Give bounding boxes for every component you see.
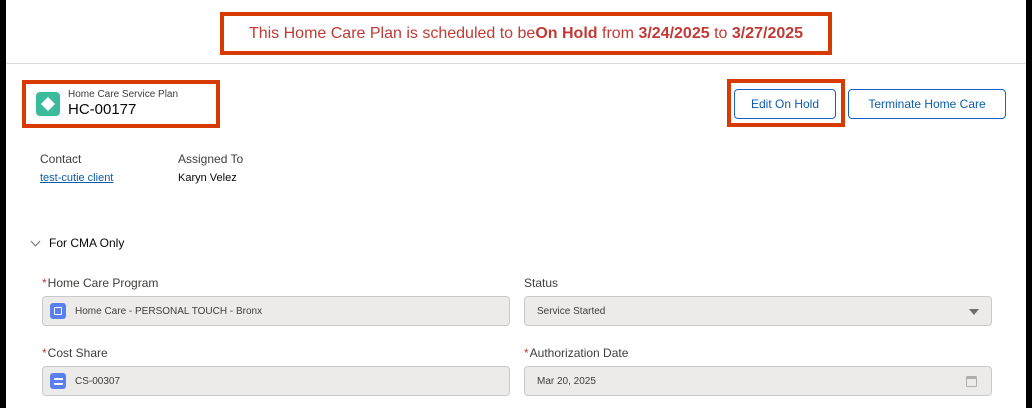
diamond-icon	[36, 92, 60, 116]
program-field[interactable]: Home Care - PERSONAL TOUCH - Bronx	[42, 296, 510, 326]
cost-share-value: CS-00307	[75, 375, 121, 387]
cost-share-record-icon	[50, 373, 66, 389]
status-label: Status	[524, 276, 559, 290]
on-hold-banner: This Home Care Plan is scheduled to be O…	[6, 0, 1026, 64]
dropdown-arrow-icon	[969, 309, 979, 315]
chevron-down-icon	[30, 236, 41, 246]
calendar-icon[interactable]	[966, 376, 977, 387]
record-page: This Home Care Plan is scheduled to be O…	[6, 0, 1026, 408]
banner-status: On Hold	[535, 24, 598, 42]
assigned-to-label: Assigned To	[178, 152, 244, 166]
status-select[interactable]: Service Started	[524, 296, 992, 326]
record-name: HC-00177	[68, 101, 137, 118]
section-title: For CMA Only	[49, 236, 125, 250]
program-record-icon	[50, 303, 66, 319]
banner-to: to	[709, 24, 732, 42]
status-value: Service Started	[537, 305, 606, 317]
program-value: Home Care - PERSONAL TOUCH - Bronx	[75, 305, 263, 317]
banner-end-date: 3/27/2025	[731, 24, 804, 42]
authorization-date-value: Mar 20, 2025	[537, 375, 596, 387]
edit-on-hold-button[interactable]: Edit On Hold	[734, 89, 836, 119]
contact-link[interactable]: test-cutie client	[40, 172, 113, 184]
terminate-home-care-button[interactable]: Terminate Home Care	[848, 89, 1006, 119]
authorization-date-field[interactable]: Mar 20, 2025	[524, 366, 992, 396]
cost-share-label: *Cost Share	[42, 346, 108, 360]
banner-from: from	[597, 24, 639, 42]
banner-start-date: 3/24/2025	[638, 24, 710, 42]
authorization-date-label: *Authorization Date	[524, 346, 629, 360]
program-label: *Home Care Program	[42, 276, 159, 290]
on-hold-banner-message: This Home Care Plan is scheduled to be O…	[220, 12, 832, 55]
contact-label: Contact	[40, 152, 82, 166]
section-toggle-cma[interactable]: For CMA Only	[30, 236, 125, 250]
cost-share-field[interactable]: CS-00307	[42, 366, 510, 396]
banner-prefix: This Home Care Plan is scheduled to be	[248, 24, 536, 42]
record-header: Home Care Service Plan HC-00177	[22, 80, 220, 128]
record-type-label: Home Care Service Plan	[68, 89, 179, 100]
assigned-to-value: Karyn Velez	[178, 172, 237, 184]
